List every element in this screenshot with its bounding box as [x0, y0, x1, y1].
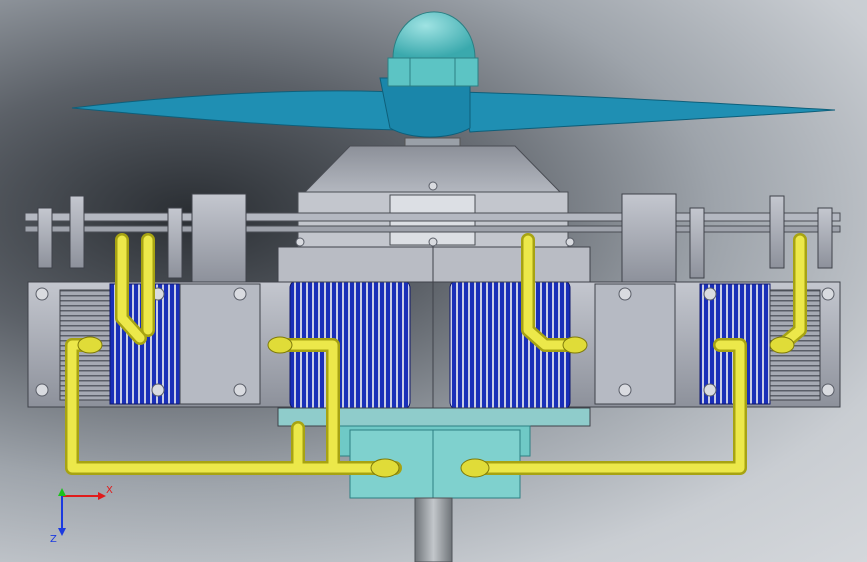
orientation-triad: X Z — [50, 485, 113, 544]
triad-z-label: Z — [50, 534, 57, 544]
output-shaft — [414, 497, 453, 562]
engine-model-render — [24, 11, 841, 562]
propeller — [71, 11, 836, 138]
triad-x-label: X — [106, 485, 113, 496]
cad-viewport[interactable]: X Z — [0, 0, 867, 562]
